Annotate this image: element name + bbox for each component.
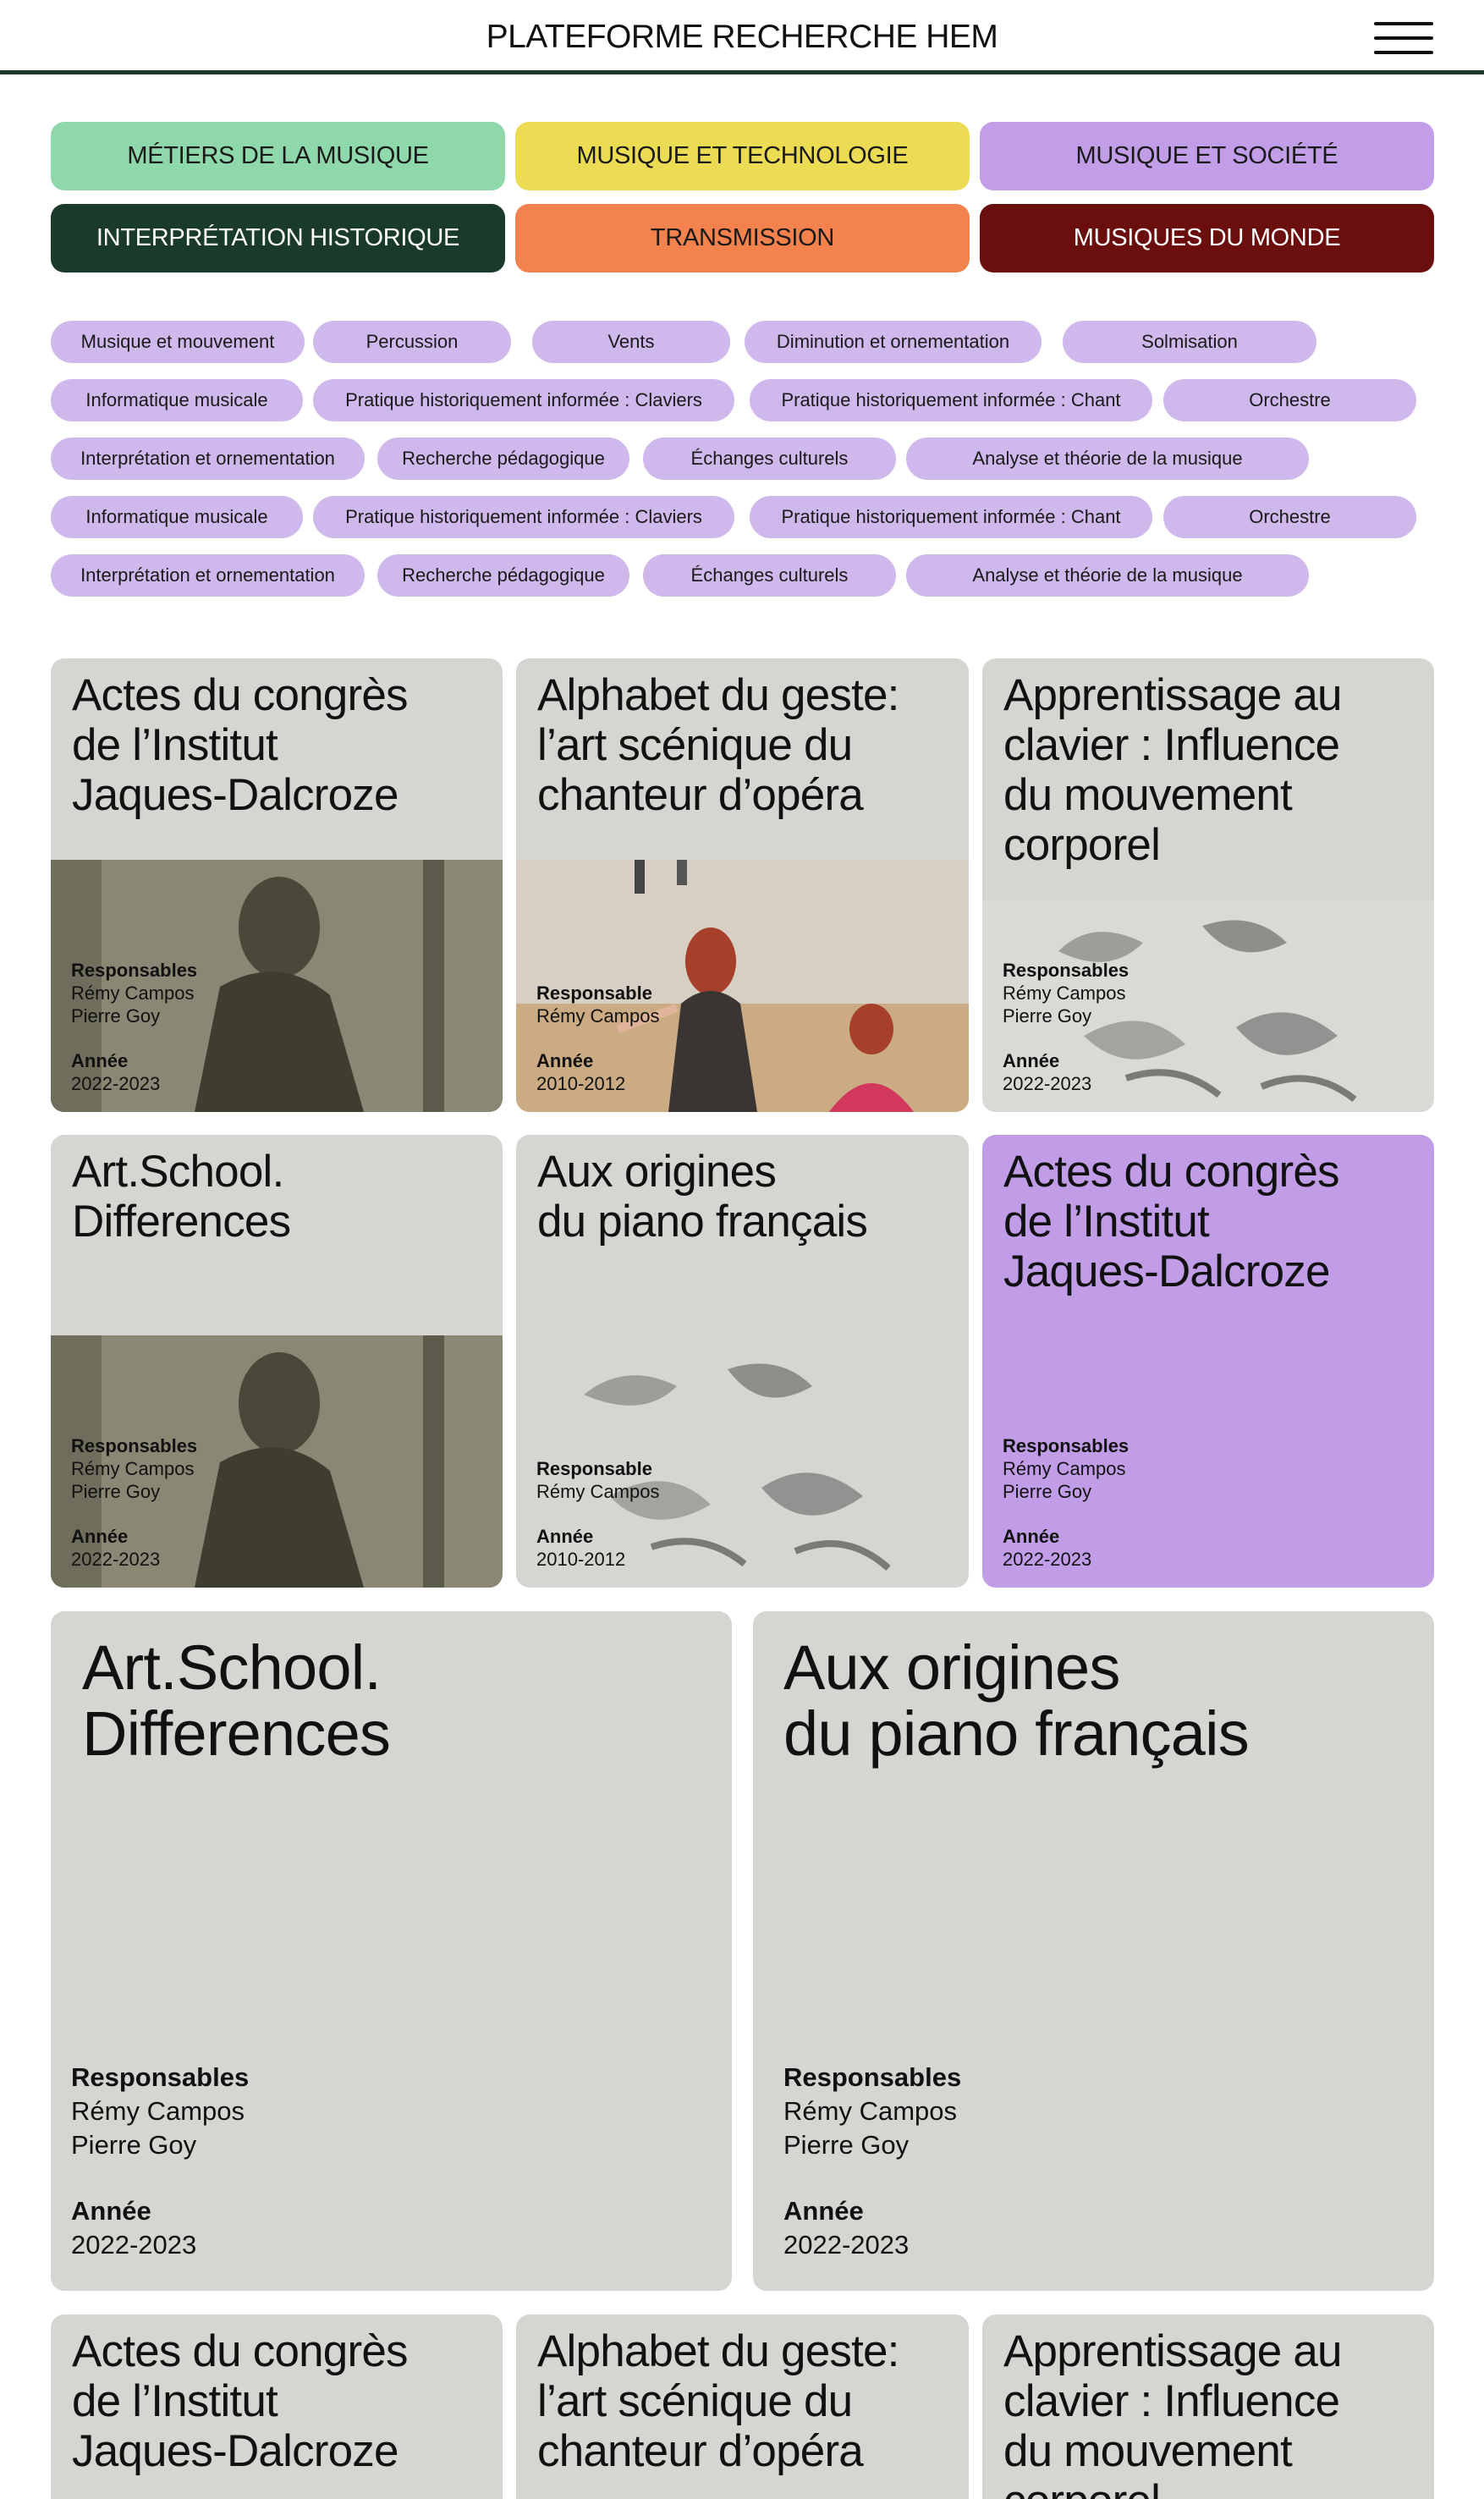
project-card[interactable]: Actes du congrès de l’Institut Jaques-Da… (51, 658, 503, 1112)
card-responsables-label: Responsables (71, 2062, 250, 2092)
card-meta: Responsables Rémy Campos Pierre Goy Anné… (71, 2061, 249, 2262)
card-year-label: Année (536, 1526, 594, 1547)
card-person: Pierre Goy (1003, 1481, 1092, 1502)
card-meta: Responsable Rémy Campos Année 2010-2012 (536, 982, 659, 1095)
category-technologie-button[interactable]: MUSIQUE ET TECHNOLOGIE (515, 122, 970, 190)
tag-button[interactable]: Orchestre (1163, 496, 1416, 538)
card-person: Rémy Campos (536, 1005, 660, 1027)
project-card[interactable]: Alphabet du geste: l’art scénique du cha… (516, 658, 969, 1112)
tag-button[interactable]: Recherche pédagogique (377, 554, 629, 597)
card-title: Art.School. Differences (82, 1632, 391, 1769)
tag-button[interactable]: Pratique historiquement informée : Chant (750, 496, 1152, 538)
category-interpretation-button[interactable]: INTERPRÉTATION HISTORIQUE (51, 204, 505, 272)
site-header: PLATEFORME RECHERCHE HEM (0, 0, 1484, 74)
card-meta: Responsables Rémy Campos Pierre Goy Anné… (1003, 959, 1129, 1095)
project-card-large[interactable]: Art.School. Differences Responsables Rém… (51, 1611, 732, 2291)
card-title: Apprentissage au clavier : Influence du … (1003, 2326, 1343, 2499)
card-responsables-label: Responsables (71, 1435, 198, 1456)
card-person: Pierre Goy (71, 1005, 161, 1027)
tag-button[interactable]: Interprétation et ornementation (51, 438, 365, 480)
card-year-label: Année (536, 1050, 594, 1071)
card-year: 2022-2023 (783, 2230, 910, 2260)
card-meta: Responsables Rémy Campos Pierre Goy Anné… (1003, 1434, 1129, 1571)
card-meta: Responsables Rémy Campos Pierre Goy Anné… (71, 959, 197, 1095)
category-metiers-button[interactable]: MÉTIERS DE LA MUSIQUE (51, 122, 505, 190)
card-meta: Responsables Rémy Campos Pierre Goy Anné… (783, 2061, 961, 2262)
card-responsables-label: Responsables (1003, 960, 1129, 981)
tag-button[interactable]: Échanges culturels (643, 438, 896, 480)
card-meta: Responsables Rémy Campos Pierre Goy Anné… (71, 1434, 197, 1571)
card-year-label: Année (71, 1050, 129, 1071)
project-card-large[interactable]: Aux origines du piano français Responsab… (753, 1611, 1434, 2291)
card-year: 2010-2012 (536, 1549, 626, 1570)
card-person: Pierre Goy (1003, 1005, 1092, 1027)
project-card[interactable]: Apprentissage au clavier : Influence du … (982, 2315, 1434, 2499)
card-responsable-label: Responsable (536, 1458, 652, 1479)
site-title[interactable]: PLATEFORME RECHERCHE HEM (0, 19, 1484, 56)
tag-button[interactable]: Percussion (313, 321, 511, 363)
card-person: Pierre Goy (71, 2130, 197, 2160)
card-year: 2022-2023 (71, 2230, 197, 2260)
tag-button[interactable]: Analyse et théorie de la musique (906, 554, 1309, 597)
project-card[interactable]: Aux origines du piano français Responsab… (516, 1135, 969, 1588)
card-year: 2010-2012 (536, 1073, 626, 1094)
card-title: Alphabet du geste: l’art scénique du cha… (537, 670, 899, 820)
card-title: Actes du congrès de l’Institut Jaques-Da… (72, 670, 409, 820)
card-person: Rémy Campos (71, 1458, 195, 1479)
card-person: Rémy Campos (536, 1481, 660, 1502)
tag-button[interactable]: Informatique musicale (51, 379, 303, 421)
tag-button[interactable]: Analyse et théorie de la musique (906, 438, 1309, 480)
card-year-label: Année (783, 2196, 864, 2226)
tag-button[interactable]: Échanges culturels (643, 554, 896, 597)
tag-button[interactable]: Diminution et ornementation (745, 321, 1042, 363)
card-year-label: Année (71, 2196, 151, 2226)
card-person: Rémy Campos (1003, 983, 1126, 1004)
tag-button[interactable]: Musique et mouvement (51, 321, 305, 363)
tag-button[interactable]: Orchestre (1163, 379, 1416, 421)
card-title: Actes du congrès de l’Institut Jaques-Da… (1003, 1147, 1340, 1296)
project-card[interactable]: Art.School. Differences Responsables Rém… (51, 1135, 503, 1588)
tag-button[interactable]: Vents (532, 321, 730, 363)
card-title: Apprentissage au clavier : Influence du … (1003, 670, 1343, 870)
card-responsables-label: Responsables (1003, 1435, 1129, 1456)
tag-button[interactable]: Pratique historiquement informée : Chant (750, 379, 1152, 421)
card-title: Actes du congrès de l’Institut Jaques-Da… (72, 2326, 409, 2476)
project-card[interactable]: Apprentissage au clavier : Influence du … (982, 658, 1434, 1112)
card-responsables-label: Responsables (71, 960, 198, 981)
category-transmission-button[interactable]: TRANSMISSION (515, 204, 970, 272)
tag-button[interactable]: Solmisation (1063, 321, 1316, 363)
card-person: Pierre Goy (783, 2130, 910, 2160)
card-year-label: Année (71, 1526, 129, 1547)
card-person: Rémy Campos (71, 2096, 245, 2126)
tag-button[interactable]: Interprétation et ornementation (51, 554, 365, 597)
card-person: Rémy Campos (783, 2096, 957, 2126)
tag-button[interactable]: Pratique historiquement informée : Clavi… (313, 496, 734, 538)
card-meta: Responsable Rémy Campos Année 2010-2012 (536, 1457, 659, 1571)
project-card[interactable]: Actes du congrès de l’Institut Jaques-Da… (982, 1135, 1434, 1588)
card-year-label: Année (1003, 1050, 1060, 1071)
tag-button[interactable]: Informatique musicale (51, 496, 303, 538)
card-year-label: Année (1003, 1526, 1060, 1547)
project-card[interactable]: Alphabet du geste: l’art scénique du cha… (516, 2315, 969, 2499)
category-monde-button[interactable]: MUSIQUES DU MONDE (980, 204, 1434, 272)
card-person: Pierre Goy (71, 1481, 161, 1502)
hamburger-menu-icon[interactable] (1374, 22, 1433, 54)
card-responsable-label: Responsable (536, 983, 652, 1004)
card-title: Aux origines du piano français (783, 1632, 1250, 1769)
card-person: Rémy Campos (71, 983, 195, 1004)
card-title: Art.School. Differences (72, 1147, 291, 1247)
card-person: Rémy Campos (1003, 1458, 1126, 1479)
card-year: 2022-2023 (1003, 1073, 1092, 1094)
card-year: 2022-2023 (1003, 1549, 1092, 1570)
card-title: Aux origines du piano français (537, 1147, 868, 1247)
card-title: Alphabet du geste: l’art scénique du cha… (537, 2326, 899, 2476)
category-filters: MÉTIERS DE LA MUSIQUE MUSIQUE ET TECHNOL… (51, 122, 1435, 272)
card-responsables-label: Responsables (783, 2062, 962, 2092)
card-year: 2022-2023 (71, 1073, 161, 1094)
project-card[interactable]: Actes du congrès de l’Institut Jaques-Da… (51, 2315, 503, 2499)
category-societe-button[interactable]: MUSIQUE ET SOCIÉTÉ (980, 122, 1434, 190)
tag-button[interactable]: Pratique historiquement informée : Clavi… (313, 379, 734, 421)
tag-button[interactable]: Recherche pédagogique (377, 438, 629, 480)
card-year: 2022-2023 (71, 1549, 161, 1570)
